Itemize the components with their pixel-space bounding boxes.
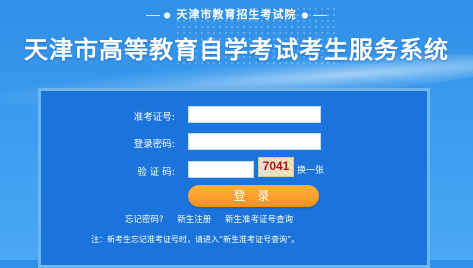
exam-id-row: 准考证号:: [41, 106, 427, 126]
password-input[interactable]: [188, 133, 321, 150]
login-button[interactable]: 登 录: [188, 185, 319, 207]
exam-id-label: 准考证号:: [133, 112, 175, 123]
password-label: 登录密码:: [133, 139, 175, 150]
divider-left: [145, 14, 160, 16]
bullet-right: ●: [301, 10, 310, 20]
exam-id-input[interactable]: [188, 106, 321, 123]
captcha-row: 验 证 码: 7041 换一张: [41, 157, 427, 181]
notice-text: 注：新考生忘记准考证号时，请进入“新生准考证号查询”。: [91, 235, 300, 244]
password-row: 登录密码:: [41, 133, 427, 153]
captcha-label: 验 证 码:: [137, 167, 175, 178]
new-exam-id-query-link[interactable]: 新生准考证号查询: [225, 215, 293, 225]
institution-title: ● 天津市教育招生考试院 ●: [0, 6, 473, 22]
divider-right: [313, 14, 328, 16]
links-row: 忘记密码? 新生注册 新生准考证号查询: [125, 213, 304, 225]
login-panel: 准考证号: 登录密码: 验 证 码: 7041 换一张 登 录 忘记密码? 新生…: [38, 88, 430, 268]
captcha-input[interactable]: [188, 161, 254, 178]
new-register-link[interactable]: 新生注册: [177, 215, 211, 225]
bullet-left: ●: [163, 10, 172, 20]
captcha-image[interactable]: 7041: [258, 157, 294, 177]
page-title: 天津市高等教育自学考试考生服务系统: [24, 36, 449, 64]
institution-name: 天津市教育招生考试院: [176, 8, 297, 21]
forgot-password-link[interactable]: 忘记密码?: [125, 215, 164, 225]
refresh-captcha-link[interactable]: 换一张: [297, 163, 324, 176]
